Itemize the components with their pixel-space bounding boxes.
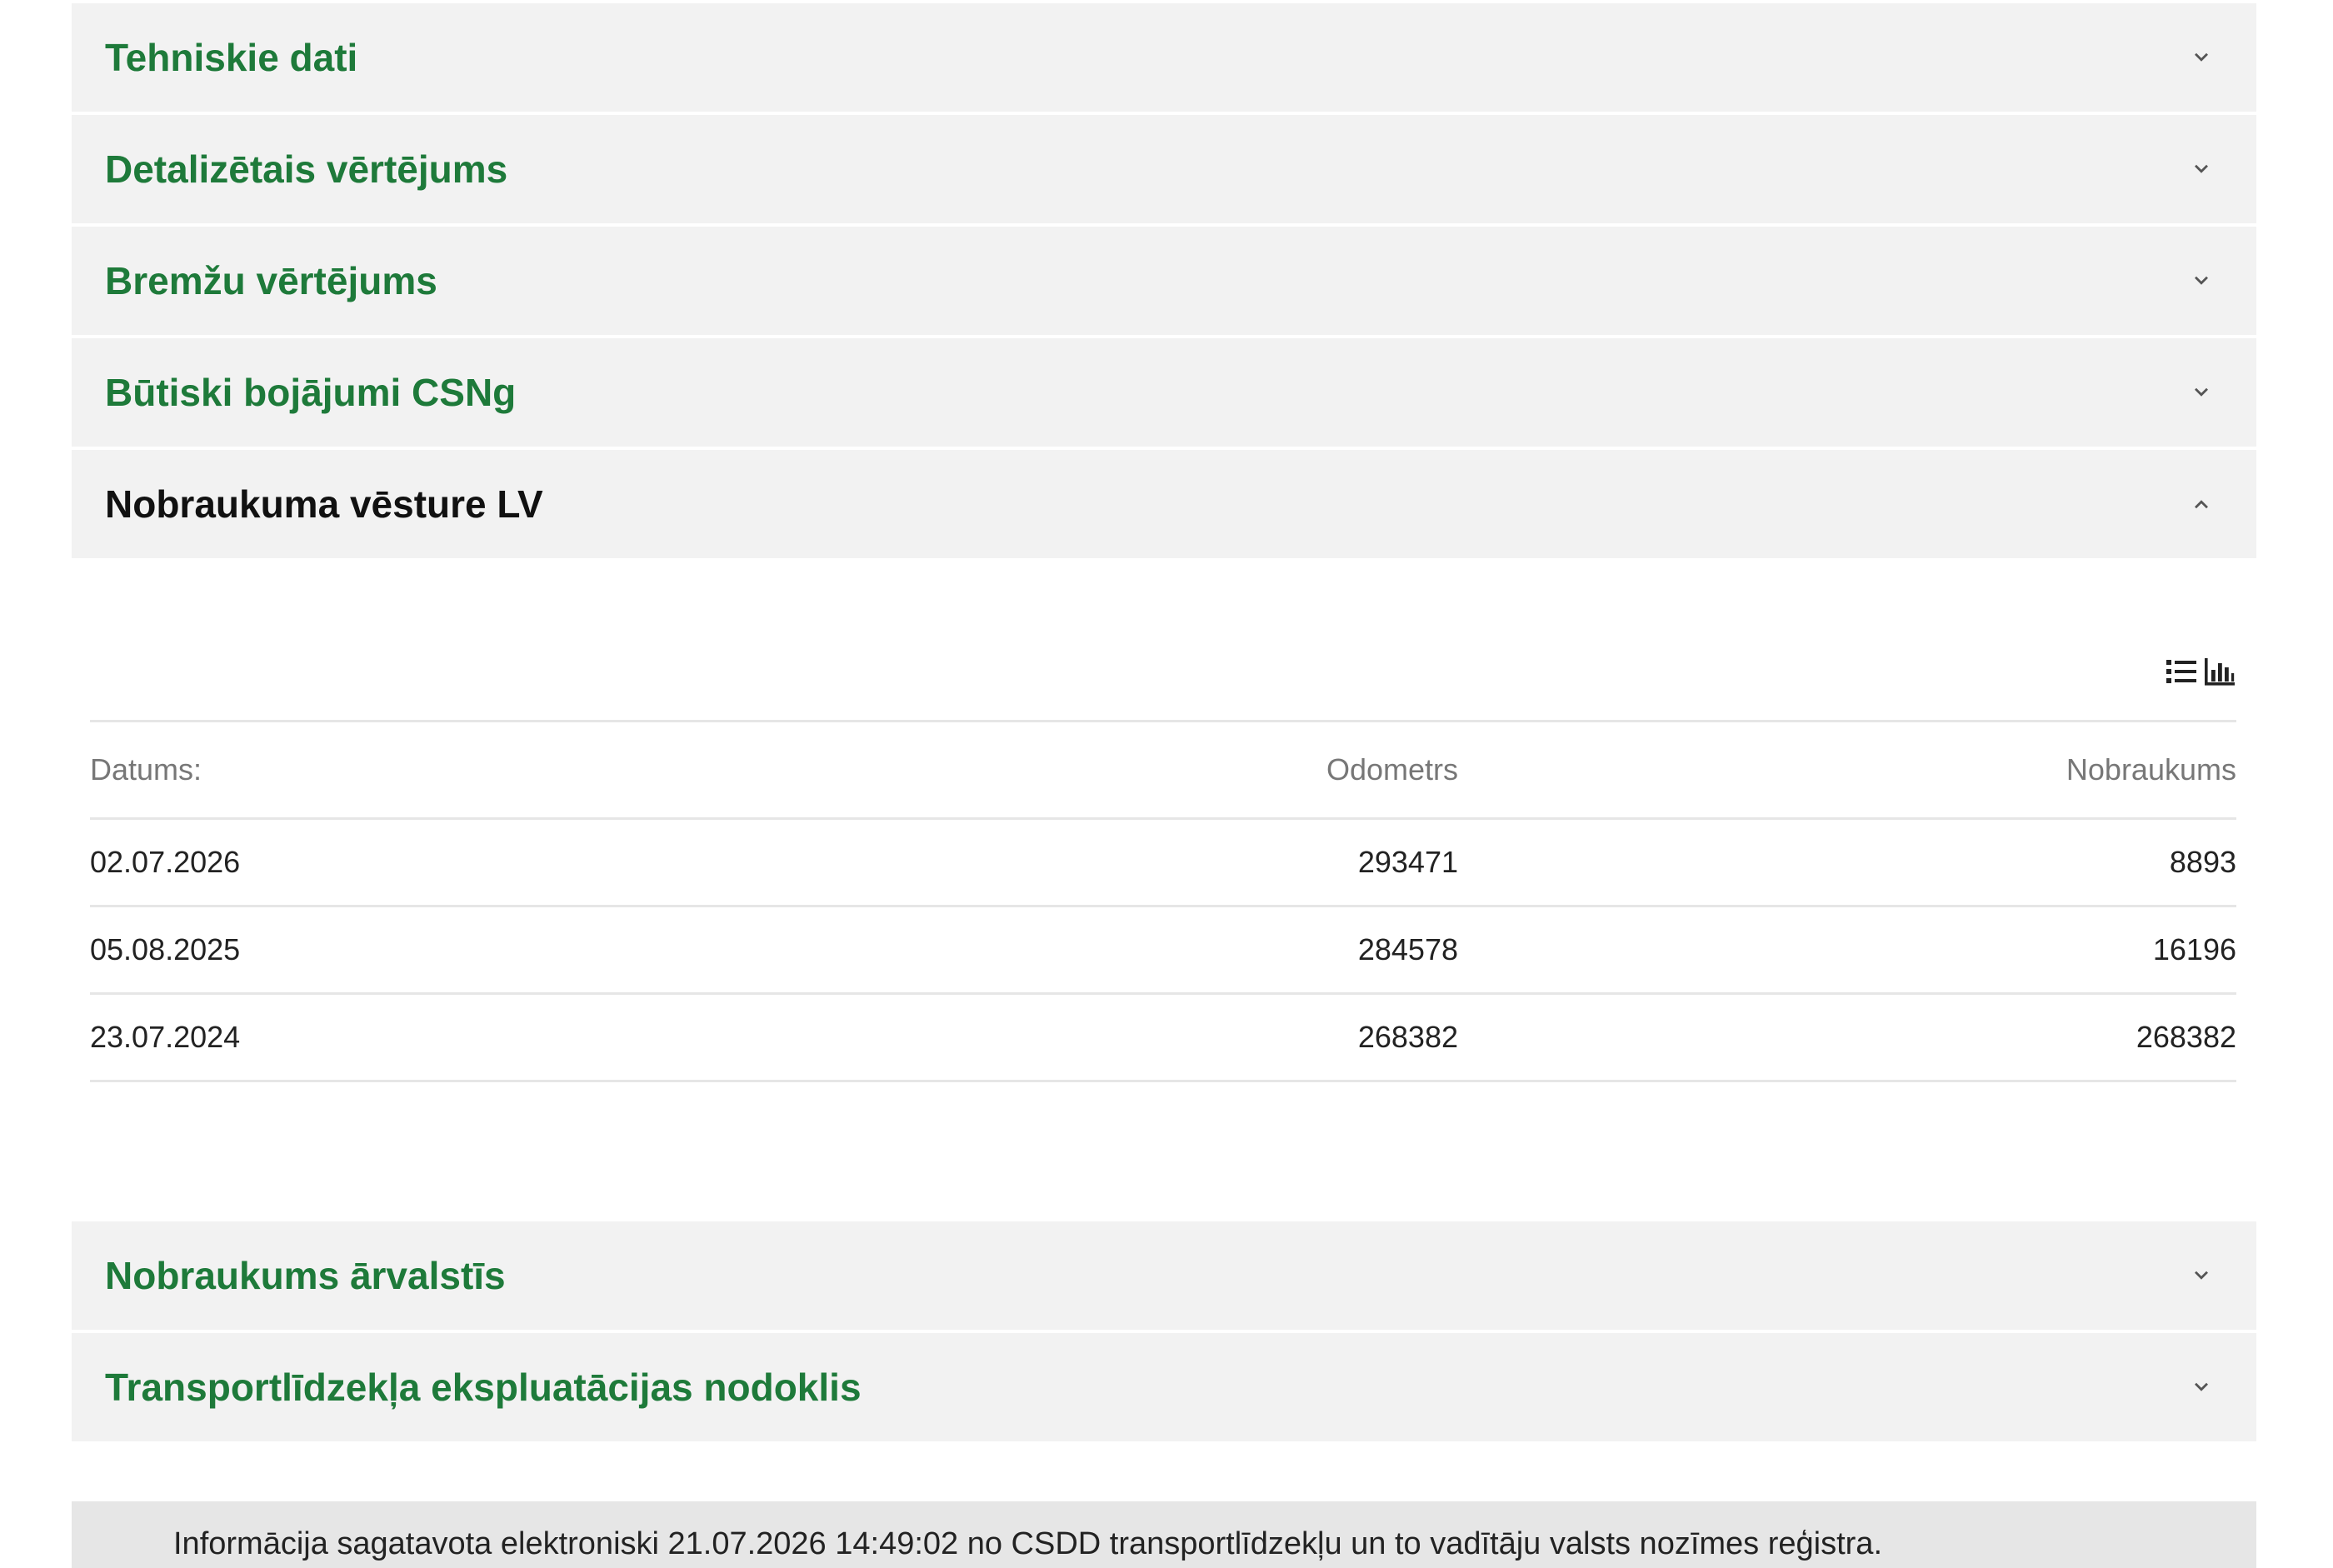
accordion-foreign-mileage[interactable]: Nobraukums ārvalstīs xyxy=(72,1221,2256,1330)
table-row: 23.07.2024 268382 268382 xyxy=(90,992,2236,1082)
accordion-technical-data[interactable]: Tehniskie dati xyxy=(72,3,2256,112)
cell-mileage: 268382 xyxy=(2136,1020,2236,1054)
view-toggle xyxy=(2165,655,2236,688)
chevron-down-icon[interactable] xyxy=(2188,44,2215,71)
accordion-title: Nobraukums ārvalstīs xyxy=(105,1254,506,1297)
header-odometer: Odometrs xyxy=(1326,752,1458,786)
cell-odometer: 268382 xyxy=(1357,1020,1458,1054)
chevron-down-icon[interactable] xyxy=(2188,1262,2215,1289)
footer-info: Informācija sagatavota elektroniski 21.0… xyxy=(72,1501,2256,1568)
table-header-row: Datums: Odometrs Nobraukums xyxy=(90,720,2236,817)
report-sections: Tehniskie dati Detalizētais vērtējums Br… xyxy=(72,3,2256,1445)
mileage-table: Datums: Odometrs Nobraukums 02.07.2026 2… xyxy=(90,720,2236,1082)
accordion-major-damage[interactable]: Būtiski bojājumi CSNg xyxy=(72,338,2256,447)
mileage-history-panel: Datums: Odometrs Nobraukums 02.07.2026 2… xyxy=(72,562,2256,1221)
chevron-down-icon[interactable] xyxy=(2188,1374,2215,1401)
accordion-title: Detalizētais vērtējums xyxy=(105,147,508,191)
accordion-operating-tax[interactable]: Transportlīdzekļa ekspluatācijas nodokli… xyxy=(72,1333,2256,1441)
table-row: 05.08.2025 284578 16196 xyxy=(90,905,2236,992)
accordion-mileage-history[interactable]: Nobraukuma vēsture LV xyxy=(72,450,2256,558)
cell-mileage: 16196 xyxy=(2152,932,2236,966)
header-mileage: Nobraukums xyxy=(2066,752,2236,786)
chevron-down-icon[interactable] xyxy=(2188,267,2215,294)
chevron-down-icon[interactable] xyxy=(2188,379,2215,406)
accordion-title: Transportlīdzekļa ekspluatācijas nodokli… xyxy=(105,1366,862,1409)
cell-date: 02.07.2026 xyxy=(90,845,241,879)
list-view-icon[interactable] xyxy=(2165,655,2198,688)
chevron-down-icon[interactable] xyxy=(2188,156,2215,182)
cell-mileage: 8893 xyxy=(2169,845,2236,879)
accordion-title: Nobraukuma vēsture LV xyxy=(105,482,543,526)
accordion-title: Tehniskie dati xyxy=(105,36,358,79)
chart-view-icon[interactable] xyxy=(2203,655,2236,688)
cell-odometer: 293471 xyxy=(1357,845,1458,879)
chevron-up-icon[interactable] xyxy=(2188,491,2215,517)
table-row: 02.07.2026 293471 8893 xyxy=(90,817,2236,905)
header-date: Datums: xyxy=(90,752,202,786)
accordion-brake-assessment[interactable]: Bremžu vērtējums xyxy=(72,227,2256,335)
accordion-detailed-assessment[interactable]: Detalizētais vērtējums xyxy=(72,115,2256,223)
accordion-title: Būtiski bojājumi CSNg xyxy=(105,371,517,414)
cell-date: 23.07.2024 xyxy=(90,1020,241,1054)
footer-text: Informācija sagatavota elektroniski 21.0… xyxy=(173,1526,1882,1561)
accordion-title: Bremžu vērtējums xyxy=(105,259,437,302)
cell-date: 05.08.2025 xyxy=(90,932,241,966)
cell-odometer: 284578 xyxy=(1357,932,1458,966)
